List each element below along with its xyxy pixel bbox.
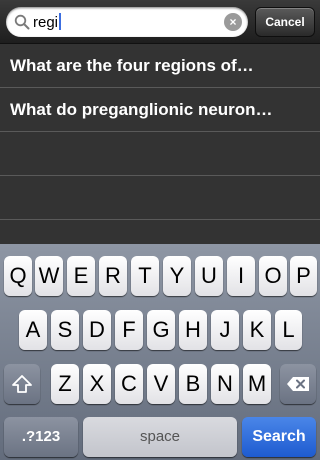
key-e[interactable]: E: [67, 256, 95, 296]
list-item[interactable]: What do preganglionic neuron…: [0, 88, 320, 132]
key-o[interactable]: O: [259, 256, 287, 296]
cancel-button[interactable]: Cancel: [255, 7, 315, 37]
key-s[interactable]: S: [51, 310, 79, 350]
key-m[interactable]: M: [243, 364, 271, 404]
key-n[interactable]: N: [211, 364, 239, 404]
empty-row: [0, 132, 320, 176]
key-w[interactable]: W: [35, 256, 63, 296]
space-key[interactable]: space: [83, 417, 237, 457]
key-i[interactable]: I: [227, 256, 255, 296]
search-key[interactable]: Search: [242, 417, 316, 457]
key-h[interactable]: H: [179, 310, 207, 350]
key-u[interactable]: U: [195, 256, 223, 296]
key-q[interactable]: Q: [4, 256, 32, 296]
numbers-key[interactable]: .?123: [4, 417, 78, 457]
key-c[interactable]: C: [115, 364, 143, 404]
search-bar: regi × Cancel: [0, 0, 320, 44]
key-g[interactable]: G: [147, 310, 175, 350]
key-y[interactable]: Y: [163, 256, 191, 296]
key-r[interactable]: R: [99, 256, 127, 296]
key-v[interactable]: V: [147, 364, 175, 404]
key-t[interactable]: T: [131, 256, 159, 296]
key-z[interactable]: Z: [51, 364, 79, 404]
key-f[interactable]: F: [115, 310, 143, 350]
key-b[interactable]: B: [179, 364, 207, 404]
text-caret: [59, 13, 62, 30]
key-p[interactable]: P: [290, 256, 317, 296]
search-query-text: regi: [33, 13, 62, 32]
search-input[interactable]: regi ×: [6, 7, 248, 37]
search-icon: [14, 14, 30, 30]
key-l[interactable]: L: [275, 310, 302, 350]
key-a[interactable]: A: [19, 310, 47, 350]
delete-key[interactable]: [280, 364, 316, 404]
list-item[interactable]: What are the four regions of…: [0, 44, 320, 88]
key-j[interactable]: J: [211, 310, 239, 350]
key-k[interactable]: K: [243, 310, 271, 350]
keyboard: Q W E R T Y U I O P A S D F G H J K L Z …: [0, 244, 320, 460]
clear-search-button[interactable]: ×: [224, 13, 242, 31]
empty-row: [0, 176, 320, 220]
key-d[interactable]: D: [83, 310, 111, 350]
shift-key[interactable]: [4, 364, 40, 404]
search-results-list: What are the four regions of… What do pr…: [0, 44, 320, 246]
key-x[interactable]: X: [83, 364, 111, 404]
